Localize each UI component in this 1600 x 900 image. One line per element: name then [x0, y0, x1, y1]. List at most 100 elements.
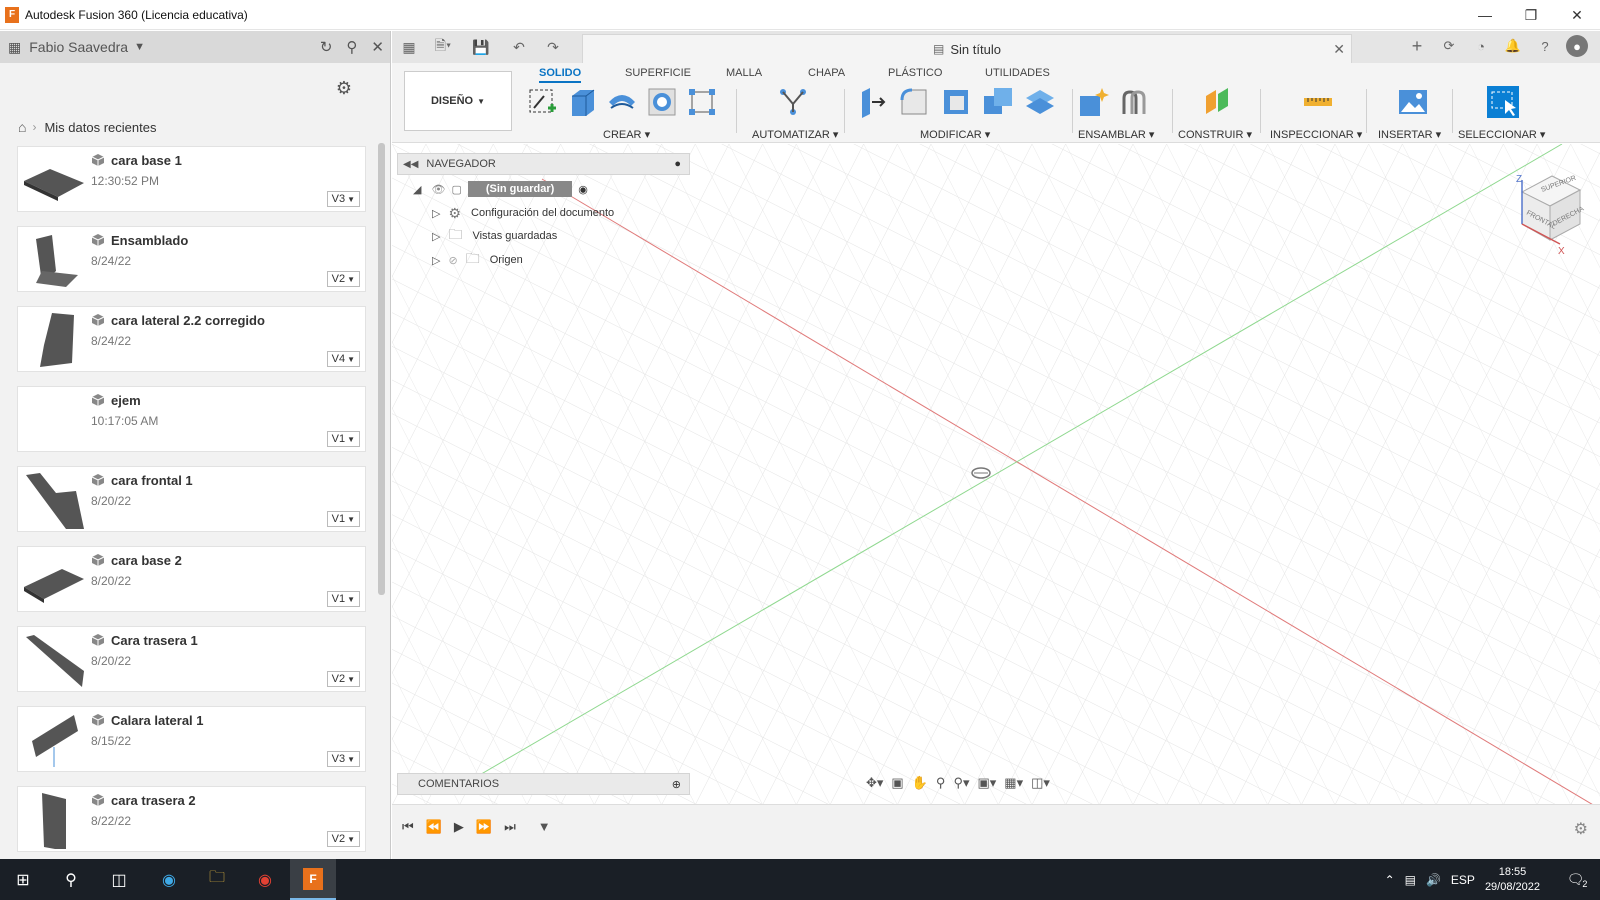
file-name[interactable]: Cara trasera 1 [111, 633, 198, 648]
windows-start-icon[interactable]: ⊞ [0, 859, 46, 900]
viewcube[interactable]: SUPERIOR FRONTAL DERECHA Z X [1500, 162, 1590, 262]
file-thumbnail[interactable] [22, 231, 86, 289]
tab-malla[interactable]: MALLA [726, 67, 762, 79]
search-icon[interactable]: ⚲ [346, 38, 357, 56]
play-icon[interactable]: ▶ [454, 819, 464, 835]
file-thumbnail[interactable] [22, 151, 86, 209]
file-name[interactable]: Calara lateral 1 [111, 713, 204, 728]
grid-settings-icon[interactable]: ▦▾ [1004, 775, 1023, 791]
timeline-settings-icon[interactable]: ⚙ [1574, 819, 1588, 839]
list-item[interactable]: Cara trasera 1 8/20/22 V2 ▼ [17, 626, 366, 692]
browser-panel-header[interactable]: ◀◀ NAVEGADOR ● [397, 153, 690, 175]
version-badge[interactable]: V3 ▼ [326, 751, 360, 767]
file-thumbnail[interactable] [22, 631, 86, 689]
list-item[interactable]: cara frontal 1 8/20/22 V1 ▼ [17, 466, 366, 532]
revolve-icon[interactable] [606, 86, 638, 118]
expand-arrow-icon[interactable]: ▷ [432, 207, 440, 220]
task-view-icon[interactable]: ◫ [96, 859, 142, 900]
workspace-switcher[interactable]: DISEÑO ▼ [404, 71, 512, 131]
apps-grid-icon[interactable]: ▦ [397, 35, 421, 59]
hole-icon[interactable] [646, 86, 678, 118]
expand-arrow-icon[interactable]: ▷ [432, 254, 440, 267]
tab-solido[interactable]: SOLIDO [539, 67, 582, 83]
group-label[interactable]: INSERTAR ▾ [1378, 128, 1441, 141]
file-menu-icon[interactable]: 🗎▾ [431, 35, 455, 59]
file-name[interactable]: cara base 1 [111, 153, 182, 168]
viewport-canvas[interactable]: SUPERIOR FRONTAL DERECHA Z X ◀◀ NAVEGADO… [392, 144, 1600, 804]
version-badge[interactable]: V2 ▼ [326, 831, 360, 847]
file-name[interactable]: cara base 2 [111, 553, 182, 568]
fillet-icon[interactable] [898, 86, 930, 118]
orbit-icon[interactable]: ✥▾ [866, 775, 883, 791]
job-status-icon[interactable]: ◔ [1470, 35, 1492, 57]
list-item[interactable]: ejem 10:17:05 AM V1 ▼ [17, 386, 366, 452]
version-badge[interactable]: V3 ▼ [326, 191, 360, 207]
measure-icon[interactable] [1302, 86, 1334, 118]
close-button[interactable]: ✕ [1554, 0, 1600, 30]
file-thumbnail[interactable] [22, 311, 86, 369]
help-icon[interactable]: ? [1534, 35, 1556, 57]
pan-icon[interactable]: ✋ [912, 775, 928, 791]
file-explorer-icon[interactable]: 🗀 [194, 859, 240, 900]
joint-icon[interactable] [1118, 86, 1150, 118]
clock[interactable]: 18:55 29/08/2022 [1485, 865, 1540, 895]
pattern-icon[interactable] [686, 86, 718, 118]
list-item[interactable]: Calara lateral 1 8/15/22 V3 ▼ [17, 706, 366, 772]
file-thumbnail[interactable] [22, 791, 86, 851]
save-icon[interactable]: 💾 [469, 35, 493, 59]
volume-icon[interactable]: 🔊 [1426, 873, 1441, 887]
file-thumbnail[interactable] [22, 471, 86, 529]
file-name[interactable]: cara trasera 2 [111, 793, 196, 808]
list-item[interactable]: cara base 2 8/20/22 V1 ▼ [17, 546, 366, 612]
press-pull-icon[interactable] [856, 86, 888, 118]
timeline-marker[interactable]: ▼ [538, 819, 551, 835]
activate-radio-icon[interactable]: ◉ [578, 183, 588, 196]
zoom-icon[interactable]: ⚲ [936, 775, 946, 791]
automate-icon[interactable] [777, 86, 809, 118]
new-tab-icon[interactable]: + [1406, 35, 1428, 57]
comments-panel-header[interactable]: COMENTARIOS ⊕ [397, 773, 690, 795]
notifications-icon[interactable]: 🔔 [1502, 35, 1524, 57]
viewports-icon[interactable]: ◫▾ [1031, 775, 1050, 791]
version-badge[interactable]: V2 ▼ [326, 671, 360, 687]
version-badge[interactable]: V4 ▼ [326, 351, 360, 367]
file-name[interactable]: ejem [111, 393, 141, 408]
redo-icon[interactable]: ↷ [541, 35, 565, 59]
group-label[interactable]: INSPECCIONAR ▾ [1270, 128, 1362, 141]
breadcrumb-label[interactable]: Mis datos recientes [44, 120, 156, 135]
look-at-icon[interactable]: ▣ [891, 775, 903, 791]
group-label[interactable]: CONSTRUIR ▾ [1178, 128, 1252, 141]
create-sketch-icon[interactable] [526, 86, 558, 118]
extrude-icon[interactable] [566, 86, 598, 118]
step-back-icon[interactable]: ⏪ [426, 819, 442, 835]
version-badge[interactable]: V1 ▼ [326, 511, 360, 527]
fit-icon[interactable]: ⚲▾ [953, 775, 969, 791]
expand-triangle-icon[interactable]: ◢ [413, 183, 421, 196]
offset-face-icon[interactable] [1024, 86, 1056, 118]
tab-superficie[interactable]: SUPERFICIE [625, 67, 691, 79]
list-item[interactable]: cara trasera 2 8/22/22 V2 ▼ [17, 786, 366, 852]
refresh-icon[interactable]: ↻ [320, 38, 333, 56]
group-label[interactable]: CREAR ▾ [603, 128, 650, 141]
file-thumbnail[interactable] [22, 711, 86, 769]
offset-plane-icon[interactable] [1202, 86, 1234, 118]
tree-root[interactable]: ◢ 👁 ▢ (Sin guardar) ◉ [413, 179, 588, 199]
version-badge[interactable]: V1 ▼ [326, 591, 360, 607]
minimize-panel-icon[interactable]: ● [674, 158, 681, 170]
collapse-icon[interactable]: ◀◀ [403, 159, 418, 170]
tree-node-origin[interactable]: ▷ ⊘ 🗀 Origen [432, 250, 523, 270]
new-component-icon[interactable] [1078, 86, 1110, 118]
close-icon[interactable]: ✕ [371, 38, 384, 56]
tree-node-document-settings[interactable]: ▷ ⚙ Configuración del documento [432, 203, 614, 223]
show-hidden-icons[interactable]: ⌃ [1385, 873, 1395, 887]
restore-button[interactable]: ❐ [1508, 0, 1554, 30]
chrome-browser-icon[interactable]: ◉ [242, 859, 288, 900]
group-label[interactable]: ENSAMBLAR ▾ [1078, 128, 1154, 141]
user-name[interactable]: Fabio Saavedra [29, 39, 128, 55]
file-name[interactable]: Ensamblado [111, 233, 188, 248]
fusion-taskbar-icon[interactable]: F [290, 859, 336, 900]
file-thumbnail[interactable] [22, 551, 86, 609]
tab-utilidades[interactable]: UTILIDADES [985, 67, 1050, 79]
list-item[interactable]: Ensamblado 8/24/22 V2 ▼ [17, 226, 366, 292]
home-icon[interactable]: ⌂ [18, 119, 26, 135]
